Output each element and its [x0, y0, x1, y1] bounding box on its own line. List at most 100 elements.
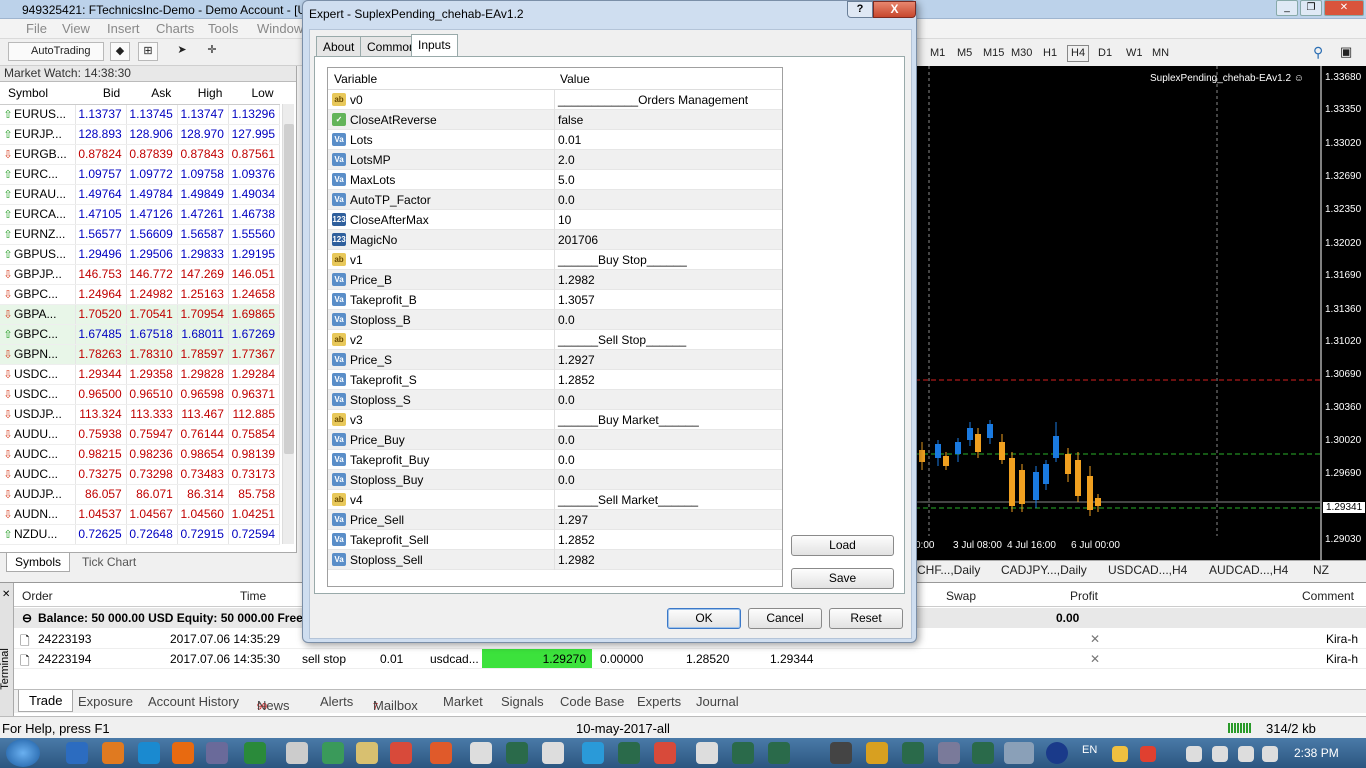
save-button[interactable]: Save: [791, 568, 894, 589]
table-row[interactable]: ⇩USDC... 1.29344 1.29358 1.29828 1.29284: [0, 364, 281, 385]
tab-experts[interactable]: Experts: [637, 694, 681, 709]
col-bid[interactable]: Bid: [75, 82, 127, 105]
col-ask[interactable]: Ask: [126, 82, 178, 105]
taskbar-app-icon[interactable]: [972, 742, 994, 764]
ok-button[interactable]: OK: [667, 608, 741, 629]
taskbar-app-icon[interactable]: [1004, 742, 1034, 764]
input-row[interactable]: Va MaxLots 5.0: [328, 170, 782, 190]
minimize-icon[interactable]: _: [1276, 0, 1298, 16]
tf-h1[interactable]: H1: [1043, 47, 1057, 59]
chart-tab-chf[interactable]: CHF...,Daily: [917, 563, 980, 577]
col-order[interactable]: Order: [22, 589, 53, 603]
chart-tab-cadjpy[interactable]: CADJPY...,Daily: [1001, 563, 1087, 577]
clock[interactable]: 2:38 PM: [1294, 746, 1339, 760]
col-high[interactable]: High: [177, 82, 229, 105]
input-row[interactable]: ✓ CloseAtReverse false: [328, 110, 782, 130]
table-row[interactable]: ⇩AUDJP... 86.057 86.071 86.314 85.758: [0, 484, 281, 505]
input-row[interactable]: 123 MagicNo 201706: [328, 230, 782, 250]
table-row[interactable]: ⇧EURNZ... 1.56577 1.56609 1.56587 1.55560: [0, 224, 281, 245]
table-row[interactable]: ⇩AUDN... 1.04537 1.04567 1.04560 1.04251: [0, 504, 281, 525]
tab-alerts[interactable]: Alerts: [320, 694, 353, 709]
table-row[interactable]: ⇧EURAU... 1.49764 1.49784 1.49849 1.49034: [0, 184, 281, 205]
input-row[interactable]: Va Takeprofit_Buy 0.0: [328, 450, 782, 470]
tab-inputs[interactable]: Inputs: [411, 34, 458, 57]
col-low[interactable]: Low: [228, 82, 280, 105]
table-row[interactable]: ⇧EURUS... 1.13737 1.13745 1.13747 1.13296: [0, 104, 281, 125]
taskbar-app-icon[interactable]: [506, 742, 528, 764]
input-value[interactable]: ______Sell Stop______: [558, 333, 686, 347]
menu-window[interactable]: Window: [257, 21, 303, 36]
chart-tab-nz[interactable]: NZ: [1313, 563, 1329, 577]
chart-tab-usdcad[interactable]: USDCAD...,H4: [1108, 563, 1187, 577]
table-row[interactable]: ⇧EURCA... 1.47105 1.47126 1.47261 1.46738: [0, 204, 281, 225]
language-indicator[interactable]: EN: [1082, 744, 1097, 756]
taskbar-app-icon[interactable]: [66, 742, 88, 764]
table-row[interactable]: ⇩AUDC... 0.98215 0.98236 0.98654 0.98139: [0, 444, 281, 465]
col-symbol[interactable]: Symbol: [0, 82, 76, 105]
input-row[interactable]: Va Lots 0.01: [328, 130, 782, 150]
volume-icon[interactable]: [1262, 746, 1278, 762]
input-row[interactable]: Va Stoploss_B 0.0: [328, 310, 782, 330]
input-row[interactable]: Va Price_B 1.2982: [328, 270, 782, 290]
table-row[interactable]: 🗋 24223194 2017.07.06 14:35:30 sell stop…: [14, 649, 1366, 669]
tf-d1[interactable]: D1: [1098, 47, 1112, 59]
chart-tab-audcad[interactable]: AUDCAD...,H4: [1209, 563, 1288, 577]
input-row[interactable]: Va Stoploss_Buy 0.0: [328, 470, 782, 490]
battery-icon[interactable]: [1212, 746, 1228, 762]
cancel-button[interactable]: Cancel: [748, 608, 822, 629]
search-icon[interactable]: ⚲: [1313, 44, 1323, 61]
input-value[interactable]: ______Sell Market______: [558, 493, 698, 507]
taskbar-app-icon[interactable]: [696, 742, 718, 764]
col-profit[interactable]: Profit: [1070, 589, 1098, 603]
autotrading-button[interactable]: AutoTrading: [8, 42, 104, 61]
table-row[interactable]: ⇧NZDU... 0.72625 0.72648 0.72915 0.72594: [0, 524, 281, 545]
table-row[interactable]: ⇩GBPJP... 146.753 146.772 147.269 146.051: [0, 264, 281, 285]
table-row[interactable]: ⇩GBPN... 1.78263 1.78310 1.78597 1.77367: [0, 344, 281, 365]
input-value[interactable]: 1.3057: [558, 293, 595, 307]
chat-icon[interactable]: ▣: [1340, 44, 1352, 60]
taskbar-app-icon[interactable]: [102, 742, 124, 764]
tab-market[interactable]: Market: [443, 694, 483, 709]
input-value[interactable]: 0.0: [558, 393, 575, 407]
input-value[interactable]: 0.0: [558, 433, 575, 447]
table-row[interactable]: ⇧EURJP... 128.893 128.906 128.970 127.995: [0, 124, 281, 145]
taskbar-app-icon[interactable]: [1046, 742, 1068, 764]
input-row[interactable]: Va Takeprofit_Sell 1.2852: [328, 530, 782, 550]
load-button[interactable]: Load: [791, 535, 894, 556]
crosshair-icon[interactable]: ✛: [202, 42, 222, 61]
input-value[interactable]: ______Buy Stop______: [558, 253, 687, 267]
close-icon[interactable]: ✕: [1324, 0, 1364, 16]
taskbar-app-icon[interactable]: [732, 742, 754, 764]
tf-w1[interactable]: W1: [1126, 47, 1143, 59]
taskbar-app-icon[interactable]: [356, 742, 378, 764]
input-value[interactable]: 0.0: [558, 193, 575, 207]
table-row[interactable]: ⇩EURGB... 0.87824 0.87839 0.87843 0.87561: [0, 144, 281, 165]
menu-insert[interactable]: Insert: [107, 21, 140, 36]
terminal-close-icon[interactable]: ✕: [2, 589, 10, 600]
input-row[interactable]: ab v3 ______Buy Market______: [328, 410, 782, 430]
table-row[interactable]: ⇩GBPA... 1.70520 1.70541 1.70954 1.69865: [0, 304, 281, 325]
input-row[interactable]: Va AutoTP_Factor 0.0: [328, 190, 782, 210]
price-chart[interactable]: SuplexPending_chehab-EAv1.2 ☺ 1.33680 1.3…: [915, 66, 1366, 560]
table-row[interactable]: ⇩AUDU... 0.75938 0.75947 0.76144 0.75854: [0, 424, 281, 445]
input-row[interactable]: Va Price_Sell 1.297: [328, 510, 782, 530]
tab-news[interactable]: News 99: [257, 694, 290, 713]
input-row[interactable]: ab v1 ______Buy Stop______: [328, 250, 782, 270]
input-value[interactable]: 0.0: [558, 313, 575, 327]
taskbar-app-icon[interactable]: [322, 742, 344, 764]
input-value[interactable]: 10: [558, 213, 571, 227]
zoom-icon[interactable]: ⊞: [138, 42, 158, 61]
input-row[interactable]: ab v2 ______Sell Stop______: [328, 330, 782, 350]
restore-icon[interactable]: ❐: [1300, 0, 1322, 16]
input-value[interactable]: ____________Orders Management: [558, 93, 748, 107]
input-row[interactable]: Va Takeprofit_S 1.2852: [328, 370, 782, 390]
tf-m5[interactable]: M5: [957, 47, 972, 59]
tab-code-base[interactable]: Code Base: [560, 694, 624, 709]
taskbar-app-icon[interactable]: [390, 742, 412, 764]
menu-charts[interactable]: Charts: [156, 21, 194, 36]
close-icon[interactable]: X: [873, 1, 916, 18]
tab-signals[interactable]: Signals: [501, 694, 544, 709]
taskbar-app-icon[interactable]: [768, 742, 790, 764]
tab-tick-chart[interactable]: Tick Chart: [82, 555, 136, 569]
network-icon[interactable]: [1186, 746, 1202, 762]
